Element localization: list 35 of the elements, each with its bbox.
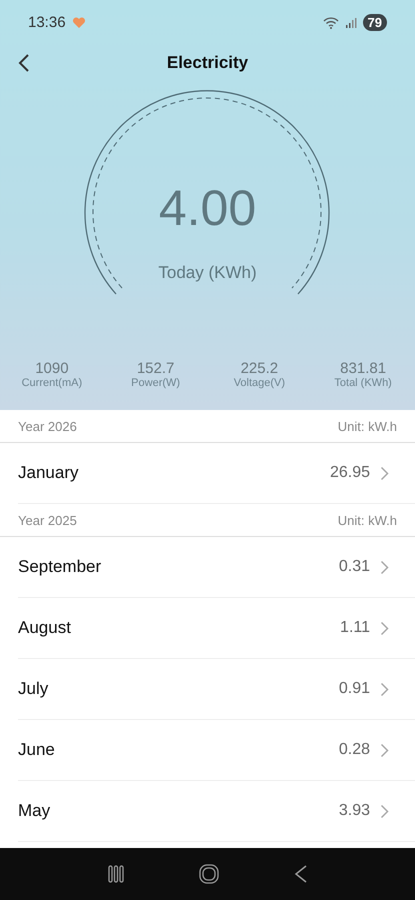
chevron-icon bbox=[380, 742, 389, 758]
stat-label: Voltage(V) bbox=[234, 377, 286, 389]
stat-value: 831.81 bbox=[340, 360, 386, 377]
chevron-icon bbox=[380, 682, 389, 696]
battery-level: 79 bbox=[362, 14, 387, 31]
stat-label: Power(W) bbox=[131, 377, 180, 389]
stat-value: 225.2 bbox=[240, 360, 278, 377]
month-row[interactable]: May 3.93 bbox=[18, 781, 415, 842]
stat-label: Total (KWh) bbox=[334, 377, 392, 389]
unit-label: Unit: kW.h bbox=[338, 512, 397, 528]
stat-value: 152.7 bbox=[136, 360, 174, 377]
recent-apps-icon[interactable] bbox=[106, 865, 124, 883]
back-icon[interactable] bbox=[292, 864, 308, 884]
today-label: Today (KWh) bbox=[158, 263, 257, 283]
home-icon[interactable] bbox=[198, 863, 220, 885]
year-label: Year 2026 bbox=[18, 418, 77, 434]
chevron-icon bbox=[380, 466, 389, 480]
chevron-icon bbox=[380, 804, 389, 818]
chevron-icon bbox=[380, 560, 389, 574]
heart-icon bbox=[72, 16, 86, 28]
chevron-icon bbox=[380, 620, 389, 636]
month-row[interactable]: August 1.11 bbox=[18, 598, 415, 659]
stat-label: Current(mA) bbox=[22, 377, 82, 389]
stat-value: 1090 bbox=[35, 360, 69, 377]
month-row[interactable]: September 0.31 bbox=[18, 537, 415, 598]
signal-icon bbox=[344, 16, 357, 28]
month-row[interactable]: January 26.95 bbox=[18, 443, 415, 504]
unit-label: Unit: kW.h bbox=[338, 418, 397, 434]
today-value: 4.00 bbox=[158, 179, 256, 237]
year-label: Year 2025 bbox=[18, 512, 77, 528]
month-row[interactable]: July 0.91 bbox=[18, 659, 415, 720]
wifi-icon bbox=[322, 16, 339, 28]
month-row[interactable]: June 0.28 bbox=[18, 720, 415, 781]
status-time: 13:36 bbox=[28, 14, 66, 31]
page-title: Electricity bbox=[166, 53, 248, 73]
